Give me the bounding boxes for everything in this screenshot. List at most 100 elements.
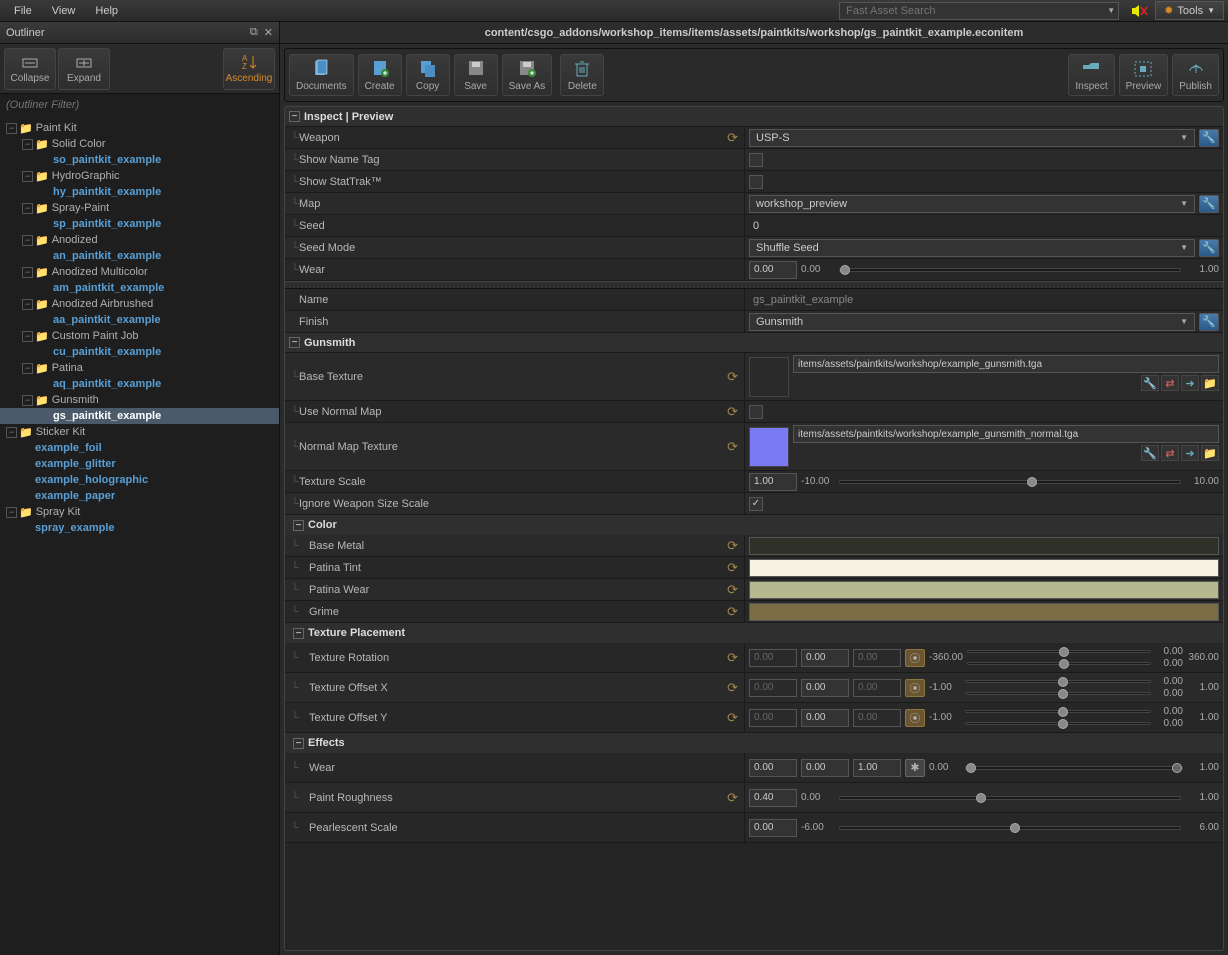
publish-button[interactable]: Publish — [1172, 54, 1219, 96]
section-header-inspect[interactable]: −Inspect | Preview — [285, 107, 1223, 127]
tree-node-patina[interactable]: −📁Patina — [0, 360, 279, 376]
refresh-icon[interactable]: ⟳ — [727, 710, 738, 726]
num-input[interactable] — [749, 789, 797, 807]
slider[interactable] — [965, 692, 1151, 695]
tree-item[interactable]: sp_paintkit_example — [0, 216, 279, 232]
slider[interactable] — [839, 796, 1181, 800]
color-swatch-patina-tint[interactable] — [749, 559, 1219, 577]
tree-node-sticker-kit[interactable]: −📁Sticker Kit — [0, 424, 279, 440]
refresh-icon[interactable]: ⟳ — [727, 650, 738, 666]
browse-icon[interactable]: 📁 — [1201, 375, 1219, 391]
num-input[interactable] — [853, 679, 901, 697]
checkbox-checked[interactable]: ✓ — [749, 497, 763, 511]
wear-input[interactable] — [749, 261, 797, 279]
section-header-gunsmith[interactable]: −Gunsmith — [285, 333, 1223, 353]
refresh-icon[interactable]: ⟳ — [727, 404, 738, 420]
tree-item[interactable]: hy_paintkit_example — [0, 184, 279, 200]
refresh-icon[interactable]: ⟳ — [727, 560, 738, 576]
outliner-filter-input[interactable] — [0, 94, 279, 116]
menu-view[interactable]: View — [42, 3, 86, 19]
finish-dropdown[interactable]: Gunsmith▼ — [749, 313, 1195, 331]
copy-button[interactable]: Copy — [406, 54, 450, 96]
wear-slider[interactable] — [839, 268, 1181, 272]
normal-texture-path[interactable] — [793, 425, 1219, 443]
refresh-icon[interactable]: ⟳ — [727, 582, 738, 598]
menu-file[interactable]: File — [4, 3, 42, 19]
section-header-color[interactable]: −Color — [285, 515, 1223, 535]
tree-node-custom-paint[interactable]: −📁Custom Paint Job — [0, 328, 279, 344]
save-button[interactable]: Save — [454, 54, 498, 96]
sort-ascending-button[interactable]: AZ Ascending — [223, 48, 275, 90]
refresh-icon[interactable]: ⟳ — [727, 680, 738, 696]
mode-button[interactable]: ⦿ — [905, 649, 925, 667]
weapon-dropdown[interactable]: USP-S▼ — [749, 129, 1195, 147]
goto-icon[interactable]: ➜ — [1181, 375, 1199, 391]
menu-help[interactable]: Help — [85, 3, 128, 19]
tree-item[interactable]: example_glitter — [0, 456, 279, 472]
slider[interactable] — [967, 662, 1151, 665]
slider[interactable] — [965, 680, 1151, 683]
mode-button[interactable]: ⦿ — [905, 679, 925, 697]
num-input[interactable] — [749, 709, 797, 727]
tree-item[interactable]: cu_paintkit_example — [0, 344, 279, 360]
tree-node-paint-kit[interactable]: −📁Paint Kit — [0, 120, 279, 136]
slider[interactable] — [965, 722, 1151, 725]
tree-node-anodized-multi[interactable]: −📁Anodized Multicolor — [0, 264, 279, 280]
slider[interactable] — [839, 826, 1181, 830]
tools-button[interactable]: ✹ Tools ▼ — [1155, 1, 1224, 20]
refresh-icon[interactable]: ⟳ — [727, 130, 738, 146]
seed-mode-dropdown[interactable]: Shuffle Seed▼ — [749, 239, 1195, 257]
slider[interactable] — [967, 650, 1151, 653]
tree-node-hydrographic[interactable]: −📁HydroGraphic — [0, 168, 279, 184]
tree-node-anodized-air[interactable]: −📁Anodized Airbrushed — [0, 296, 279, 312]
tree-node-solid-color[interactable]: −📁Solid Color — [0, 136, 279, 152]
map-dropdown[interactable]: workshop_preview▼ — [749, 195, 1195, 213]
mode-button[interactable]: ⦿ — [905, 709, 925, 727]
fast-asset-search-input[interactable] — [839, 2, 1119, 20]
color-swatch-grime[interactable] — [749, 603, 1219, 621]
inspect-button[interactable]: Inspect — [1068, 54, 1114, 96]
wrench-icon[interactable]: 🔧 — [1141, 445, 1159, 461]
texture-scale-input[interactable] — [749, 473, 797, 491]
tree-item[interactable]: aq_paintkit_example — [0, 376, 279, 392]
checkbox[interactable] — [749, 405, 763, 419]
tree-item[interactable]: aa_paintkit_example — [0, 312, 279, 328]
num-input[interactable] — [749, 759, 797, 777]
tree-item-selected[interactable]: gs_paintkit_example — [0, 408, 279, 424]
wrench-button[interactable]: 🔧 — [1199, 129, 1219, 147]
panel-divider[interactable] — [285, 281, 1223, 289]
refresh-icon[interactable]: ⟳ — [727, 369, 738, 385]
tree-item[interactable]: an_paintkit_example — [0, 248, 279, 264]
tree-item[interactable]: spray_example — [0, 520, 279, 536]
num-input[interactable] — [801, 709, 849, 727]
refresh-icon[interactable]: ⟳ — [727, 439, 738, 455]
num-input[interactable] — [749, 679, 797, 697]
save-as-button[interactable]: Save As — [502, 54, 553, 96]
tree-item[interactable]: example_holographic — [0, 472, 279, 488]
tree-node-spray-kit[interactable]: −📁Spray Kit — [0, 504, 279, 520]
num-input[interactable] — [853, 709, 901, 727]
delete-button[interactable]: Delete — [560, 54, 604, 96]
slider[interactable] — [965, 710, 1151, 713]
section-header-texture-placement[interactable]: −Texture Placement — [285, 623, 1223, 643]
num-input[interactable] — [801, 679, 849, 697]
mode-button[interactable]: ✱ — [905, 759, 925, 777]
expand-all-button[interactable]: Expand — [58, 48, 110, 90]
replace-icon[interactable]: ⇄ — [1161, 375, 1179, 391]
texture-scale-slider[interactable] — [839, 480, 1181, 484]
wrench-button[interactable]: 🔧 — [1199, 195, 1219, 213]
checkbox[interactable] — [749, 175, 763, 189]
section-header-effects[interactable]: −Effects — [285, 733, 1223, 753]
mute-icon[interactable] — [1129, 2, 1151, 20]
num-input[interactable] — [853, 759, 901, 777]
documents-button[interactable]: Documents — [289, 54, 354, 96]
restore-icon[interactable]: ⧉ — [250, 26, 258, 39]
num-input[interactable] — [749, 649, 797, 667]
num-input[interactable] — [853, 649, 901, 667]
create-button[interactable]: Create — [358, 54, 402, 96]
tree-node-spray-paint[interactable]: −📁Spray-Paint — [0, 200, 279, 216]
slider[interactable] — [965, 766, 1183, 770]
tree-item[interactable]: am_paintkit_example — [0, 280, 279, 296]
wrench-button[interactable]: 🔧 — [1199, 239, 1219, 257]
tree-node-anodized[interactable]: −📁Anodized — [0, 232, 279, 248]
